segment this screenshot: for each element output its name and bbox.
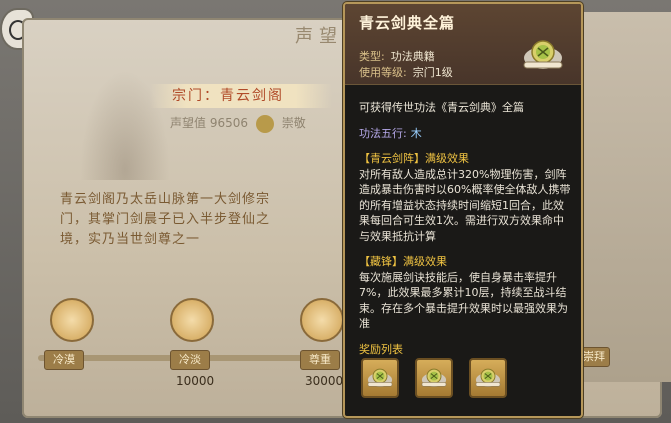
scroll-icon xyxy=(421,368,447,387)
item-title: 青云剑典全篇 xyxy=(359,14,456,32)
item-type: 类型: 功法典籍 xyxy=(359,48,435,64)
milestone-reward-icon[interactable] xyxy=(170,298,214,342)
item-type-value: 功法典籍 xyxy=(390,50,435,63)
item-type-label: 类型: xyxy=(359,50,385,63)
milestone-reward-icon[interactable] xyxy=(50,298,94,342)
sect-description: 青云剑阁乃太岳山脉第一大剑修宗门，其掌门剑晨子已入半步登仙之境，实乃当世剑尊之一 xyxy=(60,192,271,247)
item-tooltip: 青云剑典全篇 类型: 功法典籍 使用等级: 宗门1级 可获得传世功法《青云剑典》全篇… xyxy=(343,2,583,418)
scroll-icon xyxy=(523,40,563,69)
milestone-value: 10000 xyxy=(176,374,215,388)
item-level-label: 使用等级: xyxy=(359,66,407,79)
milestone-label: 冷淡 xyxy=(170,350,210,370)
element-row: 功法五行: 木 xyxy=(359,126,571,142)
reward-item-slot[interactable] xyxy=(415,358,453,398)
reputation-rank: 崇敬 xyxy=(281,116,306,130)
element-label: 功法五行: xyxy=(359,126,407,140)
milestone-value: 30000 xyxy=(305,374,344,388)
effect-text: 每次施展剑诀技能后，使自身暴击率提升7%，此效果最多累计10层，持续至战斗结束。… xyxy=(359,270,568,331)
tooltip-body: 可获得传世功法《青云剑典》全篇 功法五行: 木 【青云剑阵】满级效果 对所有敌人造… xyxy=(359,100,571,357)
reward-item-slot[interactable] xyxy=(469,358,507,398)
effect-title: 【青云剑阵】满级效果 xyxy=(359,152,469,165)
milestone-label: 冷漠 xyxy=(44,350,84,370)
reputation-row: 声望值 96506 崇敬 xyxy=(170,114,306,133)
effect-title: 【藏锋】满级效果 xyxy=(359,255,447,268)
milestone-reward-icon[interactable] xyxy=(300,298,344,342)
milestone-label: 尊重 xyxy=(300,350,340,370)
effect-text: 对所有敌人造成总计320%物理伤害，剑阵造成暴击伤害时以60%概率使全体敌人携带… xyxy=(359,167,571,243)
reputation-value: 96506 xyxy=(209,116,249,130)
acquire-text: 可获得传世功法《青云剑典》全篇 xyxy=(359,101,524,114)
tooltip-header: 青云剑典全篇 类型: 功法典籍 使用等级: 宗门1级 xyxy=(345,4,581,85)
reputation-rank-icon xyxy=(255,114,274,133)
item-level-value: 宗门1级 xyxy=(412,66,453,79)
rewards-label: 奖励列表 xyxy=(359,342,403,356)
sect-label: 宗门：青云剑阁 xyxy=(150,84,332,108)
element-value: 木 xyxy=(410,126,422,140)
item-level: 使用等级: 宗门1级 xyxy=(359,64,453,80)
scroll-icon xyxy=(475,368,501,387)
right-art-panel xyxy=(582,12,671,382)
reputation-label: 声望值 xyxy=(170,116,207,130)
scroll-icon xyxy=(367,368,393,387)
reward-item-slot[interactable] xyxy=(361,358,399,398)
